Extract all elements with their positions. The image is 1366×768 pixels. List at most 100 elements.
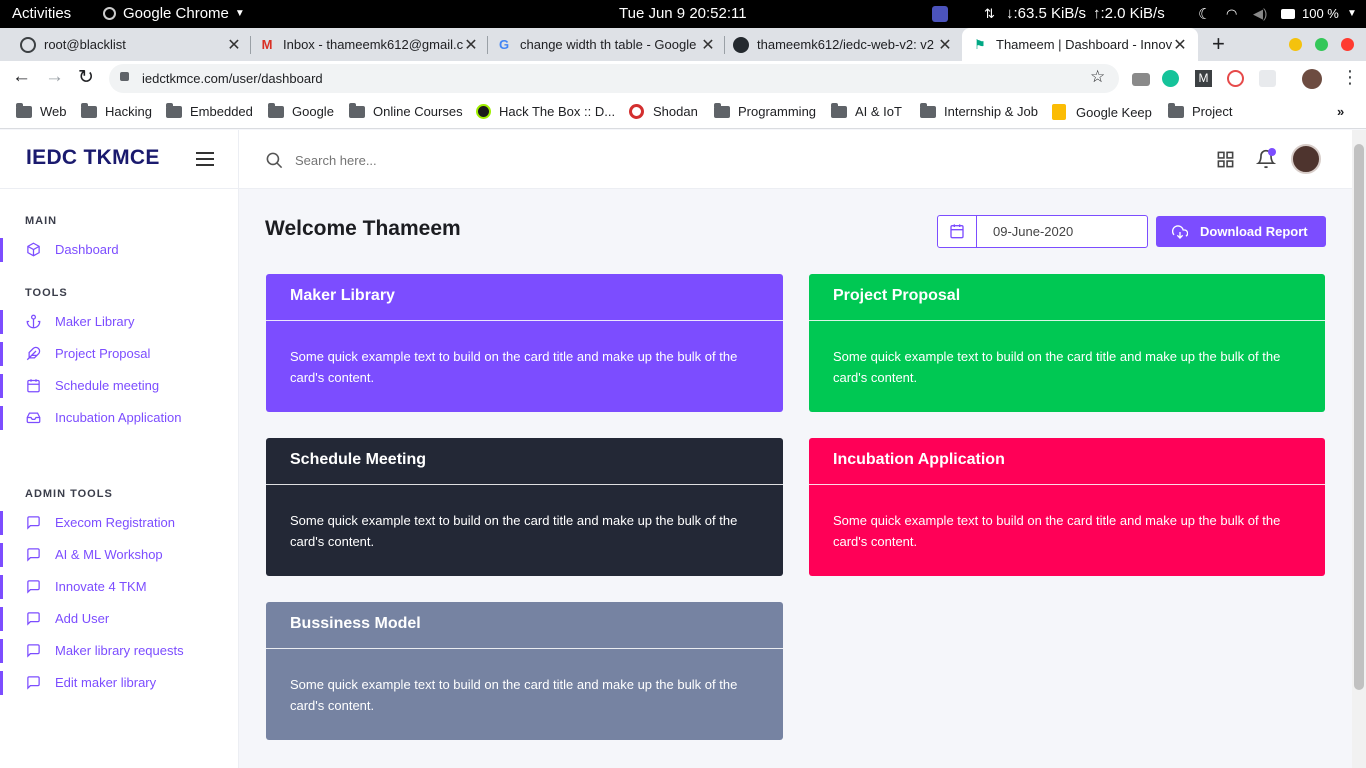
system-menu-caret-icon[interactable]: ▼ xyxy=(1347,8,1357,19)
minimize-icon[interactable] xyxy=(1289,38,1302,51)
card-body: Some quick example text to build on the … xyxy=(290,349,738,385)
reload-icon[interactable]: ↻ xyxy=(78,66,94,89)
bookmark-ai-iot[interactable]: AI & IoT xyxy=(831,102,902,119)
grammarly-icon[interactable] xyxy=(1162,70,1179,87)
tab-title: Inbox - thameemk612@gmail.com xyxy=(283,37,463,52)
user-avatar[interactable] xyxy=(1291,144,1321,174)
bookmark-google-keep[interactable]: Google Keep xyxy=(1052,104,1152,120)
date-picker[interactable]: 09-June-2020 xyxy=(937,215,1148,248)
sidebar-item-edit-maker-library[interactable]: Edit maker library xyxy=(0,669,239,697)
card-title: Project Proposal xyxy=(809,274,1325,321)
bookmark-internship-job[interactable]: Internship & Job xyxy=(920,102,1038,119)
card-body: Some quick example text to build on the … xyxy=(290,513,738,549)
system-top-bar: Activities Google Chrome ▼ Tue Jun 9 20:… xyxy=(0,0,1366,28)
bookmark-label: Programming xyxy=(738,104,817,119)
hamburger-menu-icon[interactable] xyxy=(196,152,214,166)
bookmark-star-icon[interactable]: ☆ xyxy=(1090,67,1105,87)
maximize-icon[interactable] xyxy=(1315,38,1328,51)
folder-icon xyxy=(268,102,284,118)
bookmark-hackthebox[interactable]: Hack The Box :: D... xyxy=(476,104,615,119)
sidebar-item-label: Edit maker library xyxy=(55,675,157,690)
sidebar-item-dashboard[interactable]: Dashboard xyxy=(0,236,239,264)
profile-avatar[interactable] xyxy=(1302,69,1322,89)
teams-tray-icon[interactable] xyxy=(932,6,948,22)
card-business-model[interactable]: Bussiness Model Some quick example text … xyxy=(266,602,783,740)
sidebar-item-maker-library[interactable]: Maker Library xyxy=(0,308,239,336)
bookmark-label: Google Keep xyxy=(1076,104,1152,120)
tab-github[interactable]: thameemk612/iedc-web-v2: v2 ✕ xyxy=(725,28,961,61)
gmail-icon: M xyxy=(261,37,273,52)
back-icon[interactable]: ← xyxy=(12,66,31,88)
bookmark-google[interactable]: Google xyxy=(268,102,334,119)
sidebar-item-add-user[interactable]: Add User xyxy=(0,605,239,633)
bookmark-hacking[interactable]: Hacking xyxy=(81,102,152,119)
close-window-icon[interactable] xyxy=(1341,38,1354,51)
sidebar-item-incubation-application[interactable]: Incubation Application xyxy=(0,404,239,432)
clock[interactable]: Tue Jun 9 20:52:11 xyxy=(619,5,747,22)
page-scrollbar[interactable] xyxy=(1352,130,1366,768)
bookmark-web[interactable]: Web xyxy=(16,102,67,119)
tab-terminal[interactable]: root@blacklist ✕ xyxy=(12,28,250,61)
sidebar-item-execom-registration[interactable]: Execom Registration xyxy=(0,509,239,537)
tab-strip: root@blacklist ✕ M Inbox - thameemk612@g… xyxy=(0,28,1366,61)
tab-close-icon[interactable]: ✕ xyxy=(700,35,716,55)
extension-grid-icon[interactable] xyxy=(1259,70,1276,87)
sidebar-item-project-proposal[interactable]: Project Proposal xyxy=(0,340,239,368)
download-report-button[interactable]: Download Report xyxy=(1156,216,1326,247)
sidebar-item-label: Maker Library xyxy=(55,314,135,329)
brand-logo[interactable]: IEDC TKMCE xyxy=(26,146,160,170)
extension-off-icon[interactable] xyxy=(1132,73,1150,86)
lock-icon[interactable] xyxy=(120,72,129,81)
address-bar[interactable]: iedctkmce.com/user/dashboard ☆ xyxy=(109,64,1119,93)
card-incubation-application[interactable]: Incubation Application Some quick exampl… xyxy=(809,438,1325,576)
card-schedule-meeting[interactable]: Schedule Meeting Some quick example text… xyxy=(266,438,783,576)
bookmark-label: Project xyxy=(1192,104,1233,119)
sidebar-item-ai-ml-workshop[interactable]: AI & ML Workshop xyxy=(0,541,239,569)
bookmarks-overflow-icon[interactable]: » xyxy=(1337,104,1344,119)
item-indicator xyxy=(0,575,3,599)
bookmark-project[interactable]: Project xyxy=(1168,102,1233,119)
sidebar-item-innovate-4-tkm[interactable]: Innovate 4 TKM xyxy=(0,573,239,601)
sidebar-item-schedule-meeting[interactable]: Schedule meeting xyxy=(0,372,239,400)
apps-grid-icon[interactable] xyxy=(1216,150,1235,169)
url-text[interactable]: iedctkmce.com/user/dashboard xyxy=(142,71,323,86)
tab-close-icon[interactable]: ✕ xyxy=(463,35,479,55)
caret-down-icon: ▼ xyxy=(234,8,245,19)
sidebar-item-maker-library-requests[interactable]: Maker library requests xyxy=(0,637,239,665)
tab-google-search[interactable]: G change width th table - Google ✕ xyxy=(488,28,724,61)
new-tab-icon[interactable]: + xyxy=(1212,31,1225,57)
item-indicator xyxy=(0,671,3,695)
tab-close-icon[interactable]: ✕ xyxy=(226,35,242,55)
activities-button[interactable]: Activities xyxy=(12,5,71,22)
date-value[interactable]: 09-June-2020 xyxy=(993,224,1073,239)
tab-gmail[interactable]: M Inbox - thameemk612@gmail.com ✕ xyxy=(251,28,487,61)
bookmark-shodan[interactable]: Shodan xyxy=(629,104,698,119)
app-menu[interactable]: Google Chrome ▼ xyxy=(103,5,245,22)
search-input[interactable] xyxy=(295,148,695,172)
bookmark-programming[interactable]: Programming xyxy=(714,102,817,119)
card-title: Incubation Application xyxy=(809,438,1325,485)
battery-icon xyxy=(1281,9,1295,19)
item-indicator xyxy=(0,310,3,334)
bookmark-label: Embedded xyxy=(190,104,253,119)
menu-dots-icon[interactable]: ⋮ xyxy=(1341,67,1359,88)
message-icon xyxy=(27,676,40,690)
forward-icon[interactable]: → xyxy=(45,66,64,88)
battery-percent[interactable]: 100 % xyxy=(1302,6,1339,21)
sidebar-item-label: Innovate 4 TKM xyxy=(55,579,147,594)
scrollbar-thumb[interactable] xyxy=(1354,144,1364,690)
item-indicator xyxy=(0,607,3,631)
folder-icon xyxy=(16,102,32,118)
tab-dashboard[interactable]: ⚑ Thameem | Dashboard - Innovation ✕ xyxy=(962,28,1198,61)
tab-close-icon[interactable]: ✕ xyxy=(937,35,953,55)
bookmark-online-courses[interactable]: Online Courses xyxy=(349,102,463,119)
bookmark-embedded[interactable]: Embedded xyxy=(166,102,253,119)
tab-close-icon[interactable]: ✕ xyxy=(1172,35,1188,55)
card-project-proposal[interactable]: Project Proposal Some quick example text… xyxy=(809,274,1325,412)
extension-m-icon[interactable]: M xyxy=(1195,70,1212,87)
globe-icon xyxy=(20,36,36,53)
card-maker-library[interactable]: Maker Library Some quick example text to… xyxy=(266,274,783,412)
calendar-icon xyxy=(950,224,964,239)
search-icon[interactable] xyxy=(265,151,284,170)
extension-badge-icon[interactable] xyxy=(1227,70,1244,87)
